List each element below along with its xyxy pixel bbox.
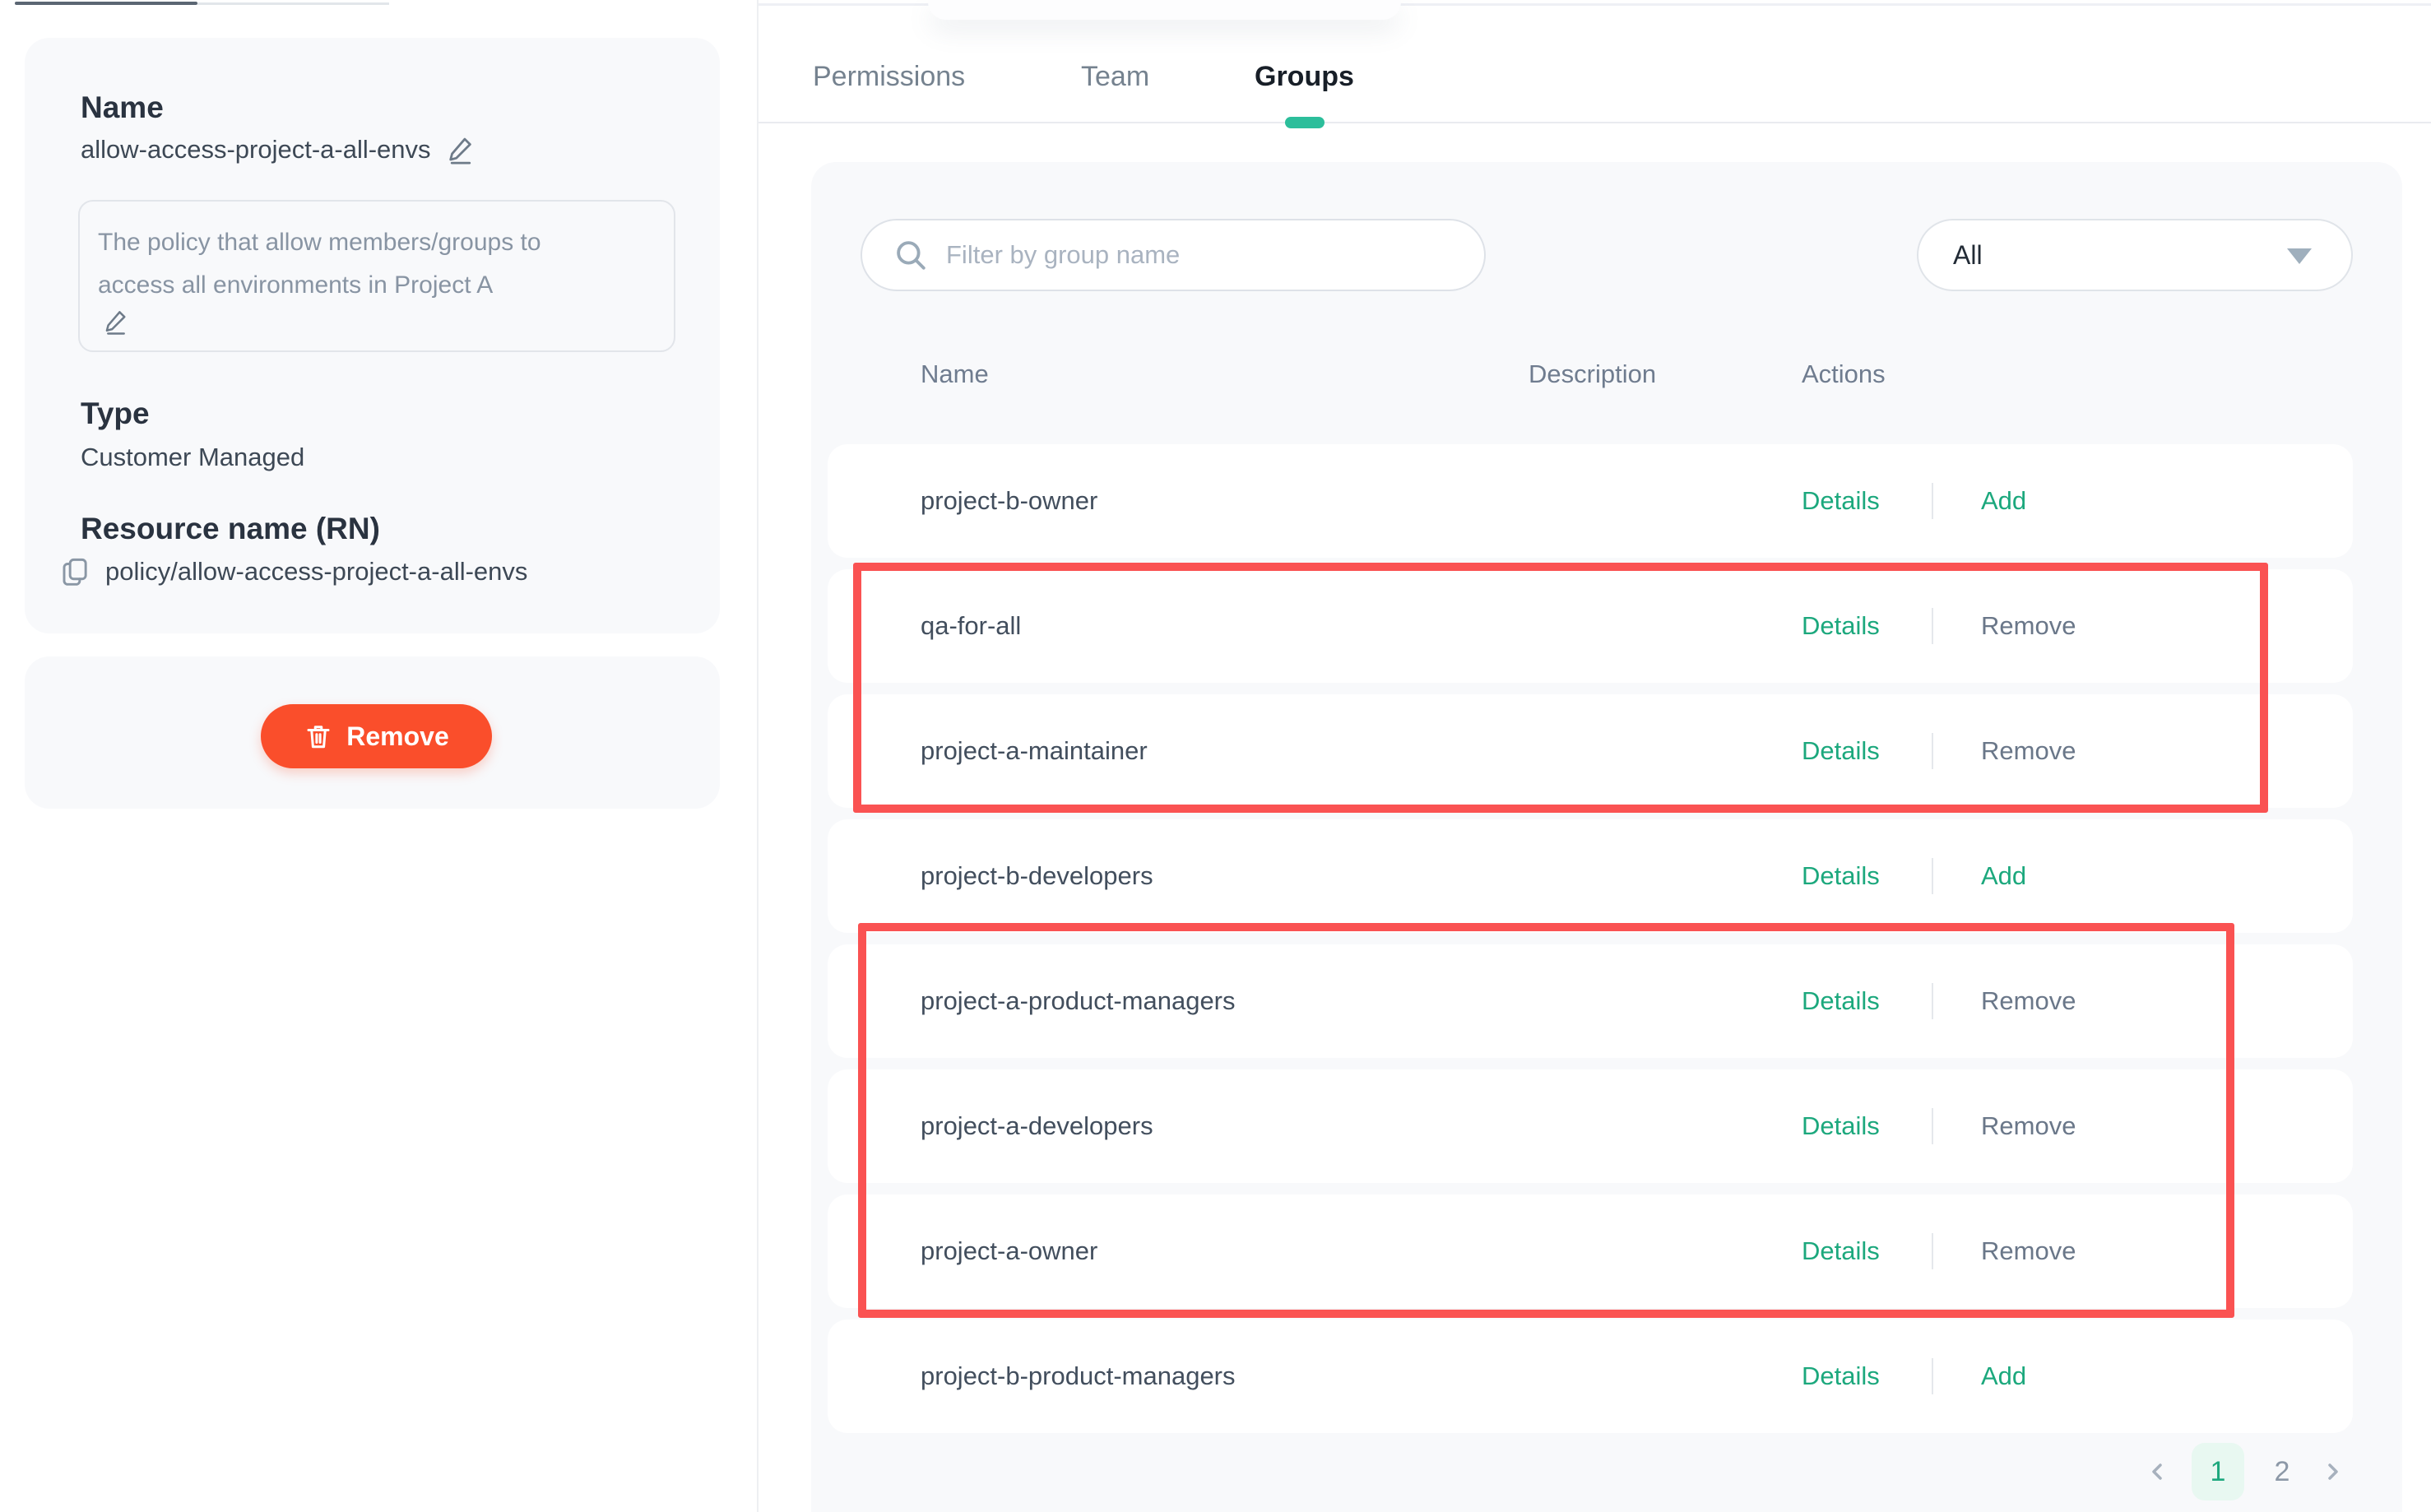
- group-name: project-b-developers: [921, 861, 1153, 891]
- type-label: Type: [81, 397, 150, 431]
- chevron-left-icon[interactable]: [2146, 1459, 2170, 1484]
- table-row: project-a-owner Details Remove: [828, 1194, 2353, 1308]
- add-link[interactable]: Add: [1981, 486, 2026, 516]
- table-row: qa-for-all Details Remove: [828, 569, 2353, 683]
- table-row: project-b-owner Details Add: [828, 444, 2353, 558]
- chevron-right-icon[interactable]: [2320, 1459, 2345, 1484]
- description-box[interactable]: The policy that allow members/groups to …: [78, 200, 675, 352]
- remove-link[interactable]: Remove: [1981, 736, 2076, 766]
- table-row: project-a-developers Details Remove: [828, 1069, 2353, 1183]
- rn-value: policy/allow-access-project-a-all-envs: [105, 557, 527, 587]
- policy-name-value: allow-access-project-a-all-envs: [81, 135, 431, 165]
- dropdown-selected-value: All: [1953, 240, 1983, 271]
- table-row: project-a-product-managers Details Remove: [828, 944, 2353, 1058]
- top-edge-line-dark: [15, 2, 197, 5]
- danger-zone-card: Remove: [25, 656, 720, 809]
- remove-button-label: Remove: [346, 721, 449, 752]
- details-link[interactable]: Details: [1802, 736, 1880, 766]
- group-name: project-a-developers: [921, 1111, 1153, 1141]
- panel-divider: [757, 0, 759, 1512]
- column-header-actions: Actions: [1802, 359, 1886, 389]
- details-link[interactable]: Details: [1802, 611, 1880, 641]
- table-row: project-b-product-managers Details Add: [828, 1320, 2353, 1433]
- edit-icon[interactable]: [444, 133, 477, 166]
- details-link[interactable]: Details: [1802, 861, 1880, 891]
- details-link[interactable]: Details: [1802, 1111, 1880, 1141]
- edit-icon[interactable]: [101, 307, 131, 336]
- search-icon: [893, 238, 928, 272]
- add-link[interactable]: Add: [1981, 861, 2026, 891]
- column-header-name: Name: [921, 359, 989, 389]
- group-name: project-a-maintainer: [921, 736, 1148, 766]
- description-text: The policy that allow members/groups to …: [98, 221, 608, 307]
- group-name: qa-for-all: [921, 611, 1021, 641]
- table-row: project-a-maintainer Details Remove: [828, 694, 2353, 808]
- groups-panel: All Name Description Actions project-b-o…: [811, 162, 2402, 1512]
- tab-groups[interactable]: Groups: [1255, 61, 1354, 93]
- group-name: project-b-product-managers: [921, 1361, 1236, 1391]
- name-label: Name: [81, 90, 164, 125]
- page-button-1[interactable]: 1: [2192, 1443, 2244, 1500]
- action-divider: [1932, 983, 1933, 1019]
- remove-policy-button[interactable]: Remove: [261, 704, 492, 768]
- action-divider: [1932, 1108, 1933, 1144]
- cutoff-popover-edge: [928, 0, 1401, 20]
- group-name: project-a-product-managers: [921, 986, 1236, 1016]
- action-divider: [1932, 1358, 1933, 1394]
- action-divider: [1932, 733, 1933, 769]
- group-filter: [861, 219, 1486, 291]
- group-filter-input[interactable]: [946, 240, 1407, 270]
- group-name: project-a-owner: [921, 1236, 1097, 1266]
- action-divider: [1932, 608, 1933, 644]
- details-link[interactable]: Details: [1802, 986, 1880, 1016]
- add-link[interactable]: Add: [1981, 1361, 2026, 1391]
- active-tab-indicator: [1285, 117, 1325, 128]
- pagination: 1 2: [2146, 1442, 2345, 1501]
- chevron-down-icon: [2287, 248, 2312, 264]
- details-link[interactable]: Details: [1802, 1236, 1880, 1266]
- table-row: project-b-developers Details Add: [828, 819, 2353, 933]
- tab-permissions[interactable]: Permissions: [813, 61, 965, 93]
- action-divider: [1932, 1233, 1933, 1269]
- action-divider: [1932, 483, 1933, 519]
- remove-link[interactable]: Remove: [1981, 611, 2076, 641]
- policy-info-card: Name allow-access-project-a-all-envs The…: [25, 38, 720, 633]
- details-link[interactable]: Details: [1802, 1361, 1880, 1391]
- details-link[interactable]: Details: [1802, 486, 1880, 516]
- policy-name-row: allow-access-project-a-all-envs: [81, 133, 477, 166]
- copy-icon[interactable]: [59, 556, 90, 587]
- tab-team[interactable]: Team: [1081, 61, 1149, 93]
- page-button-2[interactable]: 2: [2266, 1456, 2299, 1488]
- group-name: project-b-owner: [921, 486, 1097, 516]
- remove-link[interactable]: Remove: [1981, 1236, 2076, 1266]
- filter-dropdown[interactable]: All: [1917, 219, 2353, 291]
- tabs-divider: [759, 122, 2431, 123]
- top-edge-line-light: [197, 2, 389, 5]
- column-header-description: Description: [1529, 359, 1656, 389]
- remove-link[interactable]: Remove: [1981, 986, 2076, 1016]
- type-value: Customer Managed: [81, 443, 304, 472]
- rn-row: policy/allow-access-project-a-all-envs: [59, 556, 527, 587]
- rn-label: Resource name (RN): [81, 512, 380, 546]
- remove-link[interactable]: Remove: [1981, 1111, 2076, 1141]
- trash-icon: [304, 721, 333, 751]
- action-divider: [1932, 858, 1933, 894]
